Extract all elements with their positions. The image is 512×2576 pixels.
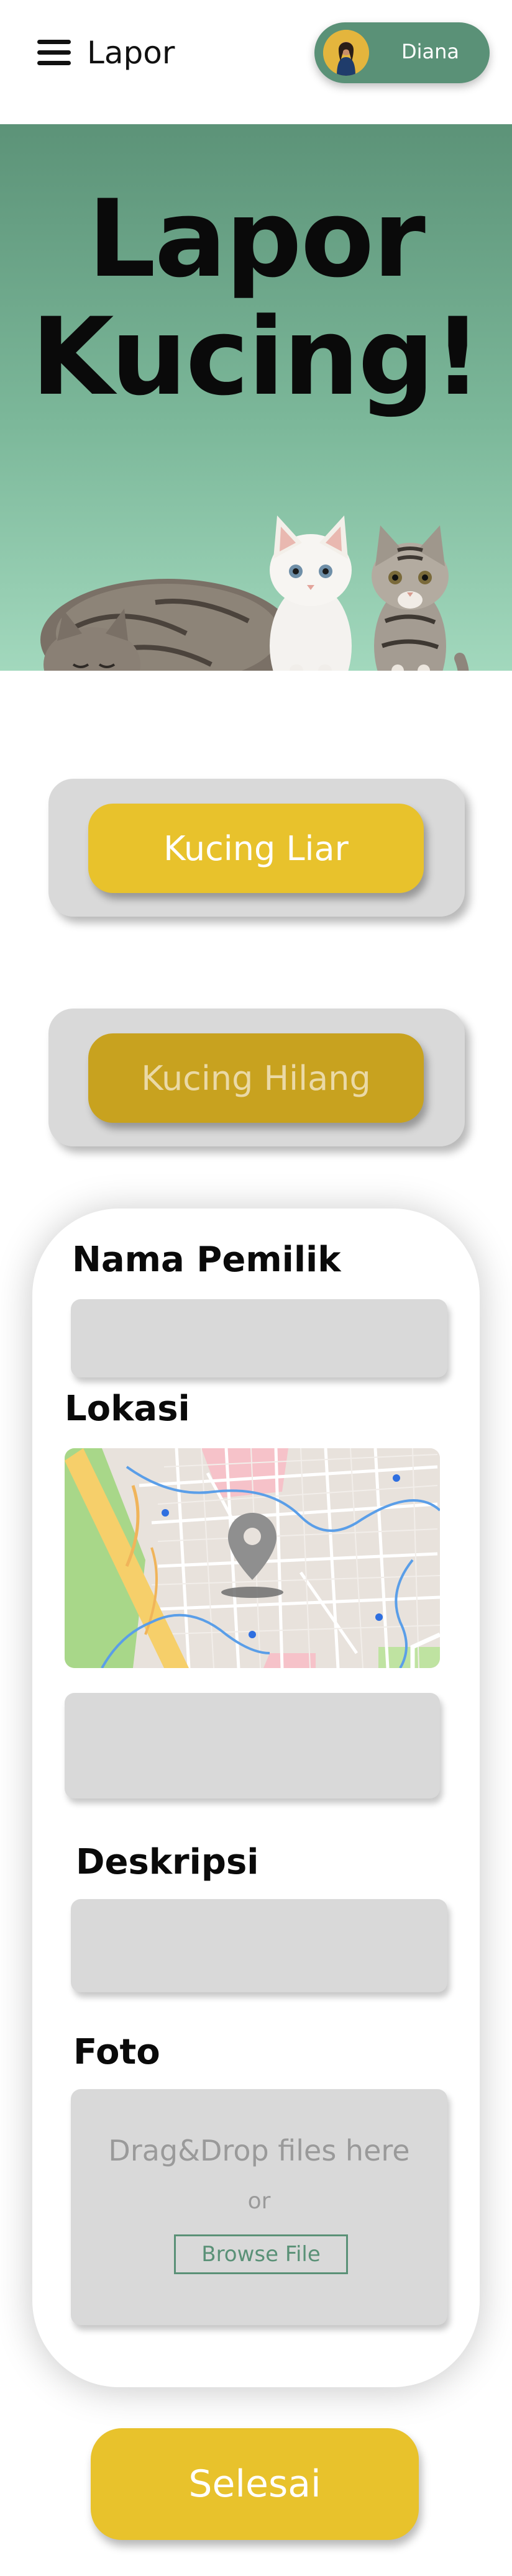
user-avatar <box>323 30 369 76</box>
submit-button[interactable]: Selesai <box>91 2428 419 2540</box>
option-card-stray: Kucing Liar <box>48 779 465 917</box>
hero-title-line1: Lapor <box>88 176 426 301</box>
description-input[interactable] <box>71 1899 447 1992</box>
hero-title: Lapor Kucing! <box>0 180 512 416</box>
option-card-lost: Kucing Hilang <box>48 1009 465 1146</box>
location-label: Lokasi <box>65 1389 190 1429</box>
cats-illustration <box>40 515 469 671</box>
map-pin-icon <box>228 1513 277 1580</box>
lost-cat-button[interactable]: Kucing Hilang <box>88 1033 424 1123</box>
hero-banner: Lapor Kucing! <box>0 124 512 671</box>
location-input[interactable] <box>65 1693 440 1798</box>
photo-label: Foto <box>73 2032 160 2072</box>
hamburger-menu-icon[interactable] <box>37 40 71 66</box>
stray-cat-button[interactable]: Kucing Liar <box>88 804 424 893</box>
browse-file-button[interactable]: Browse File <box>174 2234 348 2274</box>
owner-label: Nama Pemilik <box>72 1240 341 1280</box>
photo-dropzone[interactable]: Drag&Drop files here or Browse File <box>71 2089 447 2325</box>
profile-button[interactable]: Diana <box>314 22 490 83</box>
app-title: Lapor <box>87 35 175 71</box>
app-header: Lapor Diana <box>0 0 512 124</box>
description-label: Deskripsi <box>76 1842 259 1882</box>
profile-name: Diana <box>401 40 460 63</box>
report-form: Nama Pemilik Lokasi Deskripsi Foto Drag&… <box>32 1209 480 2387</box>
owner-name-input[interactable] <box>71 1299 447 1377</box>
hero-title-line2: Kucing! <box>31 294 482 419</box>
dropzone-or: or <box>247 2188 271 2214</box>
dropzone-text: Drag&Drop files here <box>108 2134 410 2167</box>
location-map[interactable] <box>65 1448 440 1668</box>
